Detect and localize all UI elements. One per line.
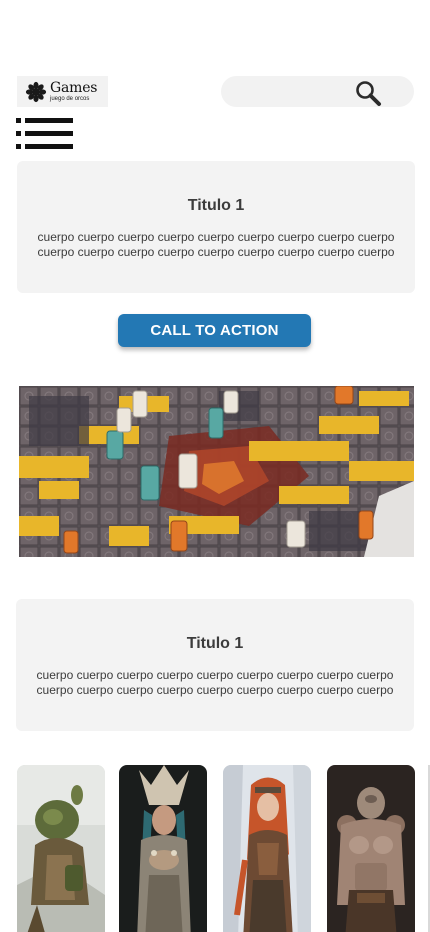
- flower-emblem-icon: [25, 81, 47, 102]
- card-body: cuerpo cuerpo cuerpo cuerpo cuerpo cuerp…: [37, 230, 395, 259]
- logo-subtitle: juego de orcos: [50, 96, 90, 102]
- list-menu-icon[interactable]: [16, 117, 74, 150]
- search-input[interactable]: [235, 82, 359, 103]
- logo-title: Games: [50, 80, 98, 96]
- card-body: cuerpo cuerpo cuerpo cuerpo cuerpo cuerp…: [36, 668, 394, 697]
- search-bar[interactable]: [221, 76, 414, 107]
- brand-logo[interactable]: Games juego de orcos: [17, 76, 108, 107]
- character-card-orc[interactable]: [17, 765, 105, 932]
- character-carousel[interactable]: [0, 765, 430, 932]
- card-title: Titulo 1: [186, 635, 244, 652]
- logo-text: Games juego de orcos: [50, 81, 97, 102]
- search-icon[interactable]: [354, 79, 382, 107]
- board-game-image: [19, 386, 414, 557]
- content-card-1: Titulo 1 cuerpo cuerpo cuerpo cuerpo cue…: [17, 161, 415, 293]
- character-card-tribal-warrior[interactable]: [119, 765, 207, 932]
- card-title: Titulo 1: [187, 197, 245, 214]
- call-to-action-button[interactable]: CALL TO ACTION: [118, 314, 311, 347]
- content-card-2: Titulo 1 cuerpo cuerpo cuerpo cuerpo cue…: [16, 599, 414, 731]
- character-card-armored-orc[interactable]: [327, 765, 415, 932]
- character-card-red-haired-warrior[interactable]: [223, 765, 311, 932]
